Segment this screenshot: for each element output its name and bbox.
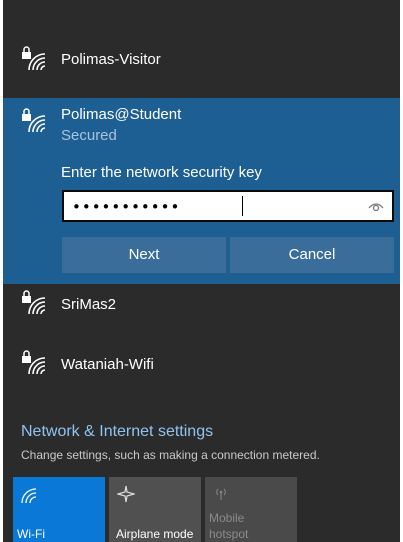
network-settings-link[interactable]: Network & Internet settings xyxy=(21,423,213,441)
mobile-hotspot-tile[interactable]: Mobile hotspot xyxy=(205,477,297,542)
airplane-mode-tile[interactable]: Airplane mode xyxy=(109,477,201,542)
network-name: SriMas2 xyxy=(61,296,117,313)
wifi-lock-icon xyxy=(22,290,46,315)
network-item-polimas-visitor[interactable]: Polimas-Visitor xyxy=(3,30,400,90)
text-caret xyxy=(242,196,243,216)
network-status: Secured xyxy=(61,127,117,144)
network-name: Polimas@Student xyxy=(61,106,182,123)
network-settings-subtitle: Change settings, such as making a connec… xyxy=(21,448,320,462)
selected-network-panel: Polimas@Student Secured Enter the networ… xyxy=(3,98,400,284)
hotspot-icon xyxy=(216,488,226,500)
network-name: Wataniah-Wifi xyxy=(61,356,154,373)
cancel-button[interactable]: Cancel xyxy=(230,237,394,273)
airplane-icon xyxy=(117,485,135,503)
security-key-input[interactable] xyxy=(72,195,352,219)
network-item-srimas2[interactable]: SriMas2 xyxy=(3,275,400,335)
wifi-lock-icon xyxy=(22,46,46,71)
wifi-icon xyxy=(21,488,37,504)
wifi-toggle-tile[interactable]: Wi-Fi xyxy=(13,477,105,542)
airplane-mode-tile-label: Airplane mode xyxy=(116,527,194,541)
reveal-password-eye-icon[interactable] xyxy=(368,199,384,213)
network-item-wataniah-wifi[interactable]: Wataniah-Wifi xyxy=(3,335,400,395)
wifi-lock-icon xyxy=(22,350,46,375)
network-name: Polimas-Visitor xyxy=(61,51,161,68)
security-key-field[interactable] xyxy=(62,190,394,222)
mobile-hotspot-tile-label-line1: Mobile xyxy=(209,511,245,525)
wifi-lock-icon xyxy=(22,108,46,133)
network-flyout: Polimas-Visitor Polimas@Student Secured … xyxy=(3,0,400,542)
mobile-hotspot-tile-label-line2: hotspot xyxy=(209,527,249,541)
next-button[interactable]: Next xyxy=(62,237,226,273)
wifi-tile-label: Wi-Fi xyxy=(17,527,45,541)
security-key-prompt: Enter the network security key xyxy=(61,164,262,181)
